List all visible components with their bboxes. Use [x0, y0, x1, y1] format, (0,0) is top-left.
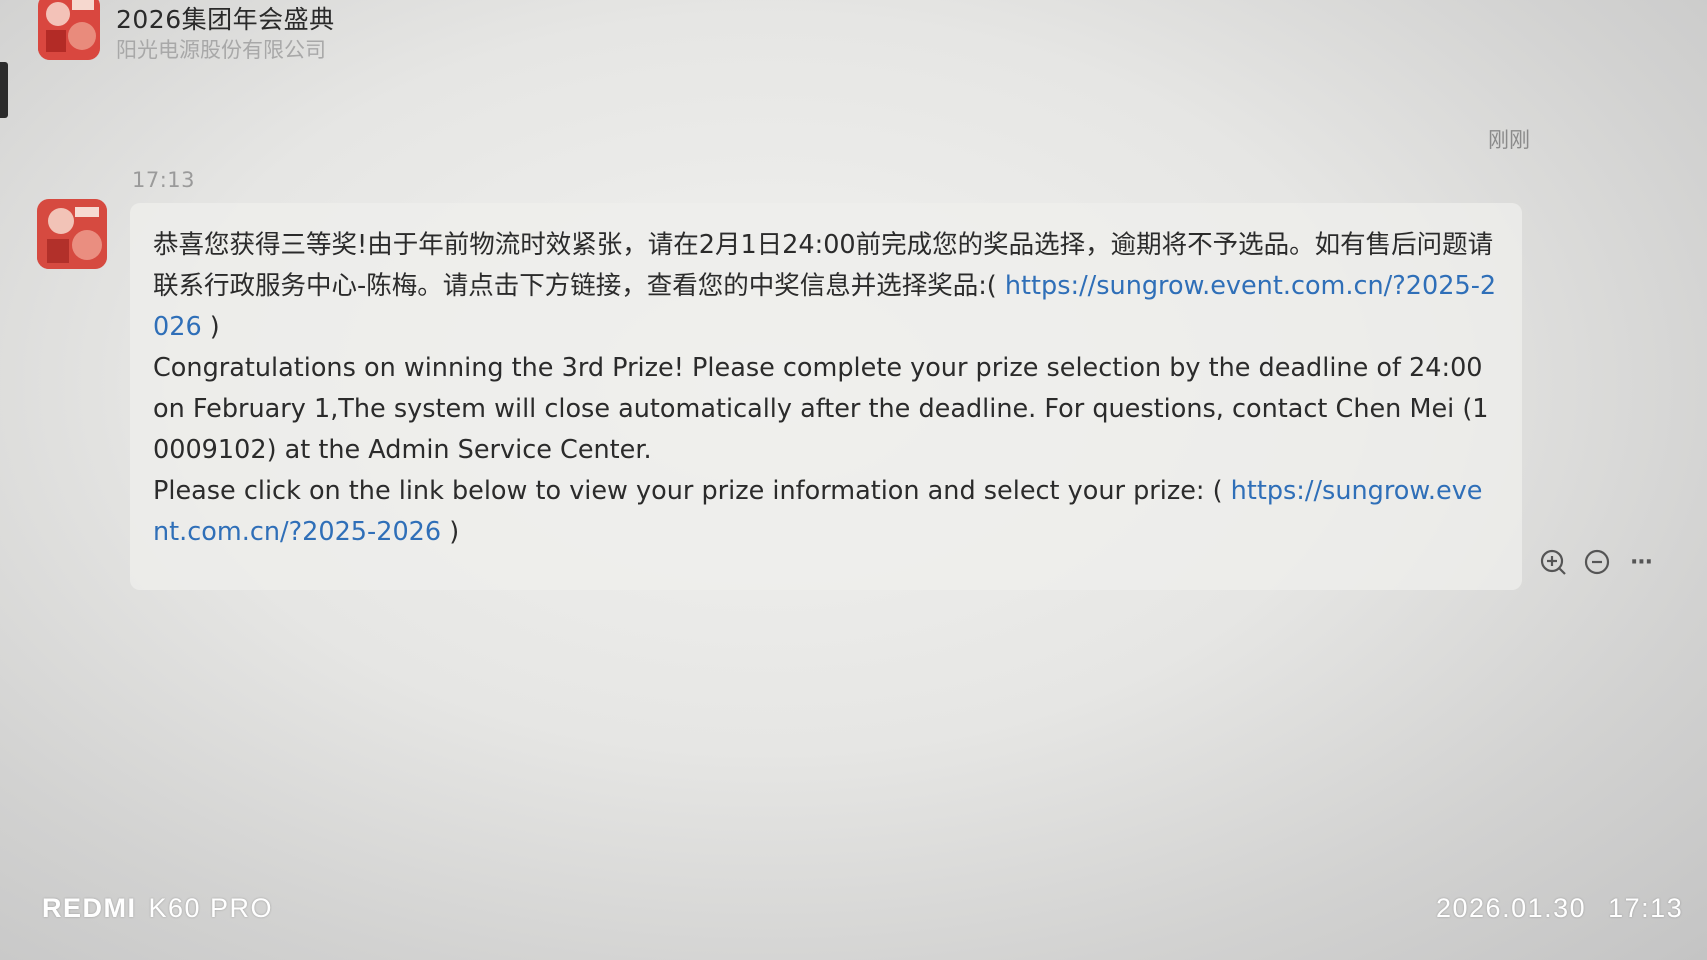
watermark-brand: REDMI	[42, 893, 137, 923]
message-english-paragraph-1: Congratulations on winning the 3rd Prize…	[153, 348, 1498, 471]
sender-avatar[interactable]	[37, 199, 107, 269]
camera-watermark-model: REDMI K60 PRO	[42, 893, 273, 924]
comment-icon[interactable]	[1579, 544, 1615, 580]
message-chinese-paragraph: 恭喜您获得三等奖!由于年前物流时效紧张，请在2月1日24:00前完成您的奖品选择…	[153, 225, 1498, 348]
more-icon[interactable]: ···	[1623, 544, 1659, 580]
message-chinese-close: )	[209, 312, 220, 342]
message-english-text-2: Please click on the link below to view y…	[153, 476, 1223, 506]
group-avatar[interactable]	[38, 0, 100, 60]
message-timestamp: 17:13	[132, 168, 196, 192]
search-add-icon[interactable]	[1535, 544, 1571, 580]
message-english-close: )	[449, 517, 460, 547]
watermark-model: K60 PRO	[148, 893, 274, 923]
chat-title: 2026集团年会盛典	[116, 5, 335, 34]
window-edge-tab	[0, 62, 8, 118]
group-avatar-image	[38, 0, 100, 60]
watermark-time: 17:13	[1608, 893, 1684, 923]
watermark-date: 2026.01.30	[1436, 893, 1587, 923]
chat-subtitle: 阳光电源股份有限公司	[116, 38, 326, 62]
more-label: ···	[1629, 549, 1653, 575]
camera-watermark-datetime: 2026.01.30 17:13	[1436, 893, 1683, 924]
message-english-text-1: Congratulations on winning the 3rd Prize…	[153, 353, 1489, 465]
sender-avatar-image	[37, 199, 107, 269]
message-english-paragraph-2: Please click on the link below to view y…	[153, 471, 1498, 553]
message-actions: ···	[1535, 544, 1659, 580]
message-bubble[interactable]: 恭喜您获得三等奖!由于年前物流时效紧张，请在2月1日24:00前完成您的奖品选择…	[130, 203, 1522, 590]
recent-time-label: 刚刚	[1488, 128, 1530, 152]
